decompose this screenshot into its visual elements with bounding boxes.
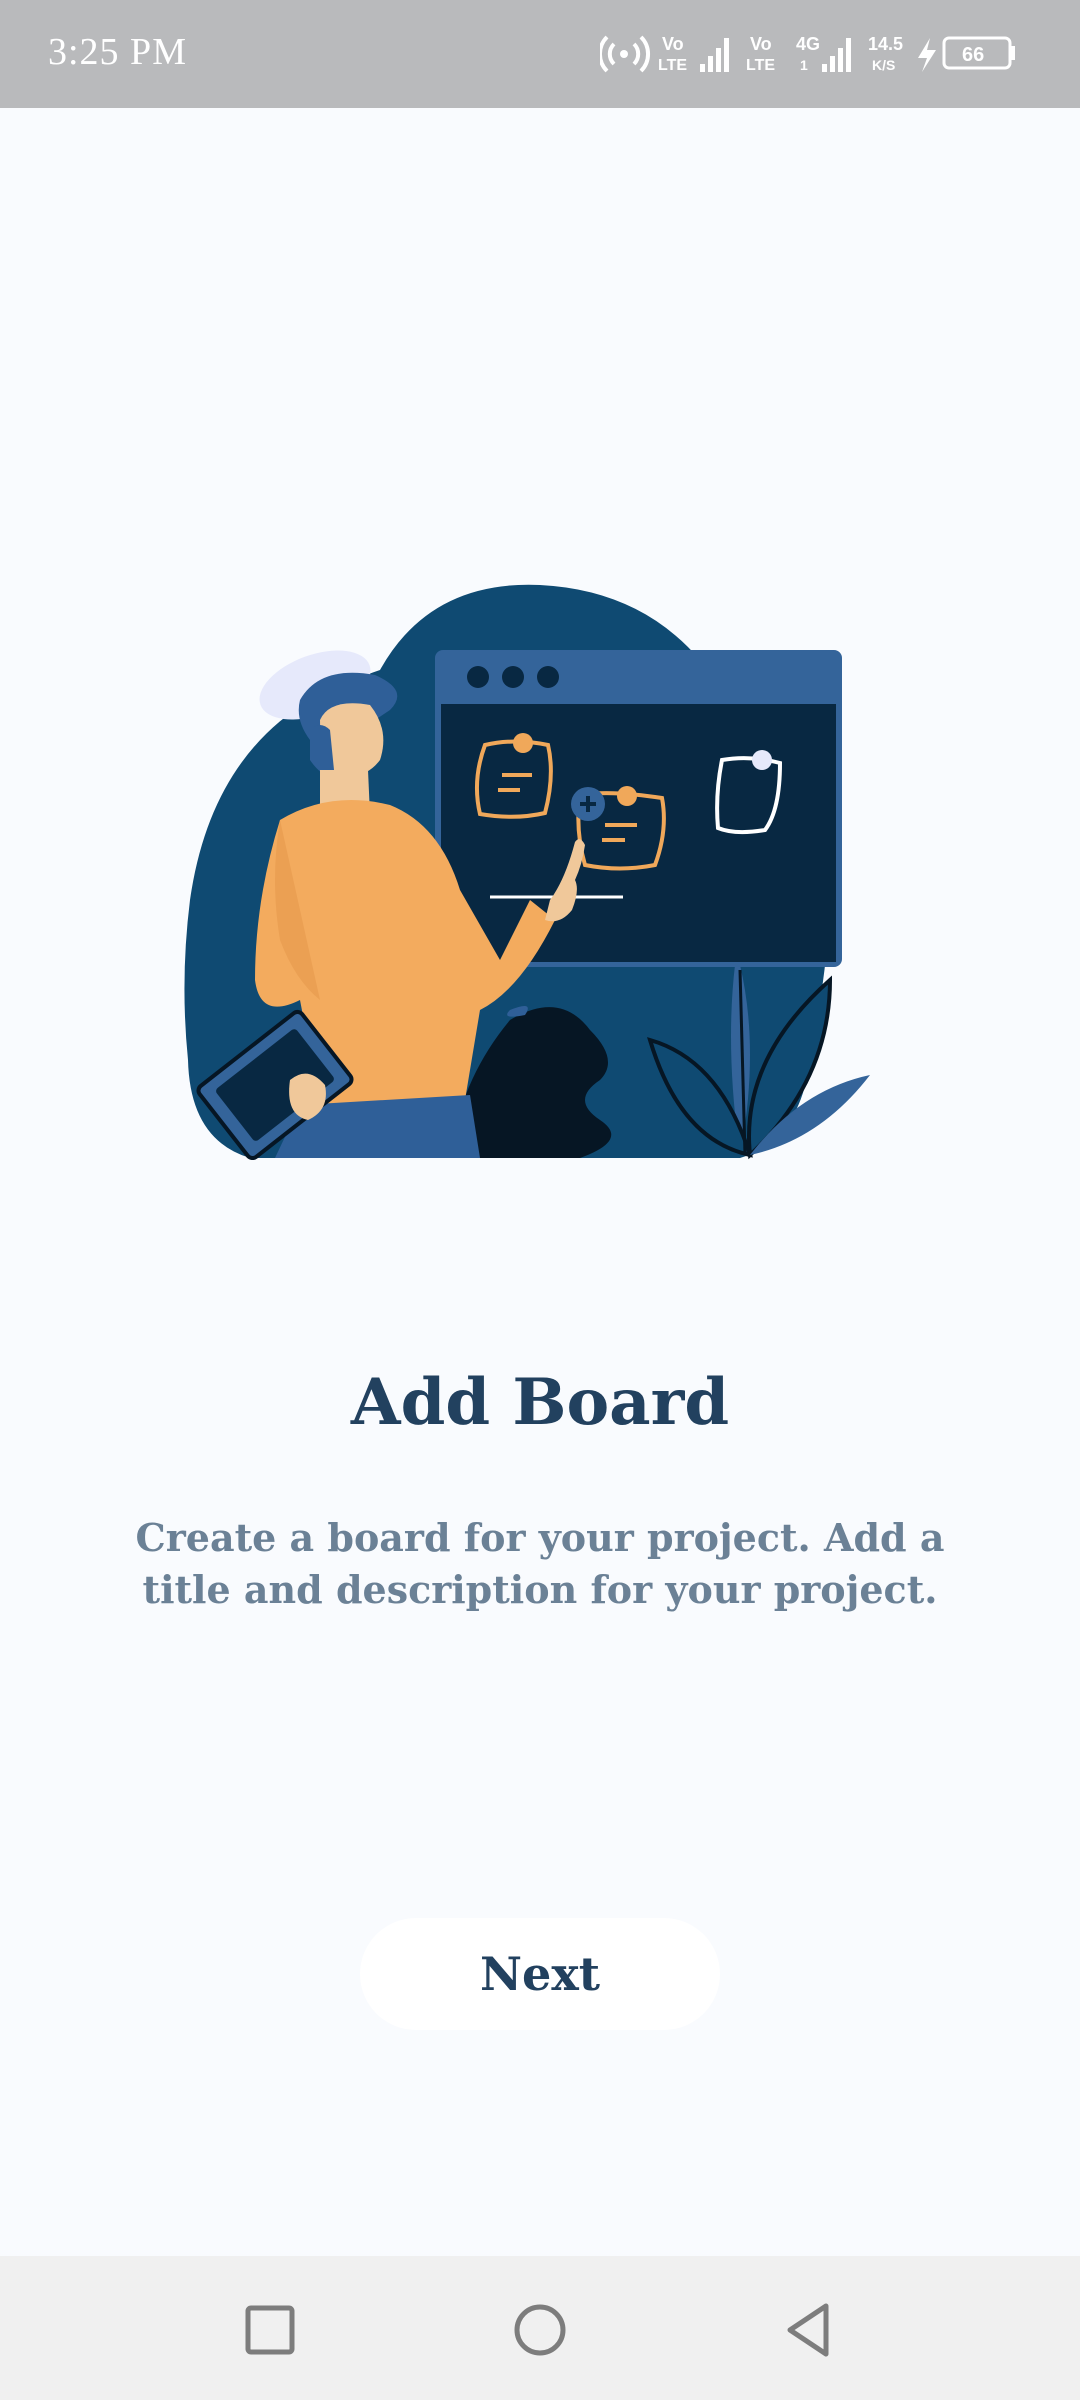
page-title: Add Board xyxy=(350,1365,730,1440)
battery-level: 66 xyxy=(962,44,984,66)
system-navigation-bar xyxy=(0,2256,1080,2400)
signal-icon xyxy=(822,38,851,72)
network-speed-unit: K/S xyxy=(872,57,895,73)
board-window xyxy=(435,650,842,967)
recents-square-icon[interactable] xyxy=(238,2298,302,2362)
back-triangle-icon[interactable] xyxy=(776,2298,840,2362)
charging-icon xyxy=(918,38,936,72)
presenter-board-illustration xyxy=(180,580,880,1161)
network-speed: 14.5 xyxy=(868,34,903,54)
page-description: Create a board for your project. Add a t… xyxy=(135,1515,945,1612)
status-time: 3:25 PM xyxy=(48,31,187,73)
volte-top-1: Vo xyxy=(662,34,684,54)
volte-bottom-1: LTE xyxy=(658,57,687,74)
volte-bottom-2: LTE xyxy=(746,57,775,74)
network-type: 4G xyxy=(796,34,820,54)
battery-icon: 66 xyxy=(942,36,1015,70)
network-sim: 1 xyxy=(800,57,808,73)
status-bar: 3:25 PM Vo LTE Vo LTE 4G 1 14.5 K/S 66 xyxy=(0,0,1080,108)
home-circle-icon[interactable] xyxy=(508,2298,572,2362)
hotspot-icon xyxy=(600,35,651,73)
volte-top-2: Vo xyxy=(750,34,772,54)
next-button[interactable]: Next xyxy=(360,1918,720,2030)
signal-icon xyxy=(700,38,729,72)
status-icons: Vo LTE Vo LTE 4G 1 14.5 K/S 66 xyxy=(600,24,1040,84)
